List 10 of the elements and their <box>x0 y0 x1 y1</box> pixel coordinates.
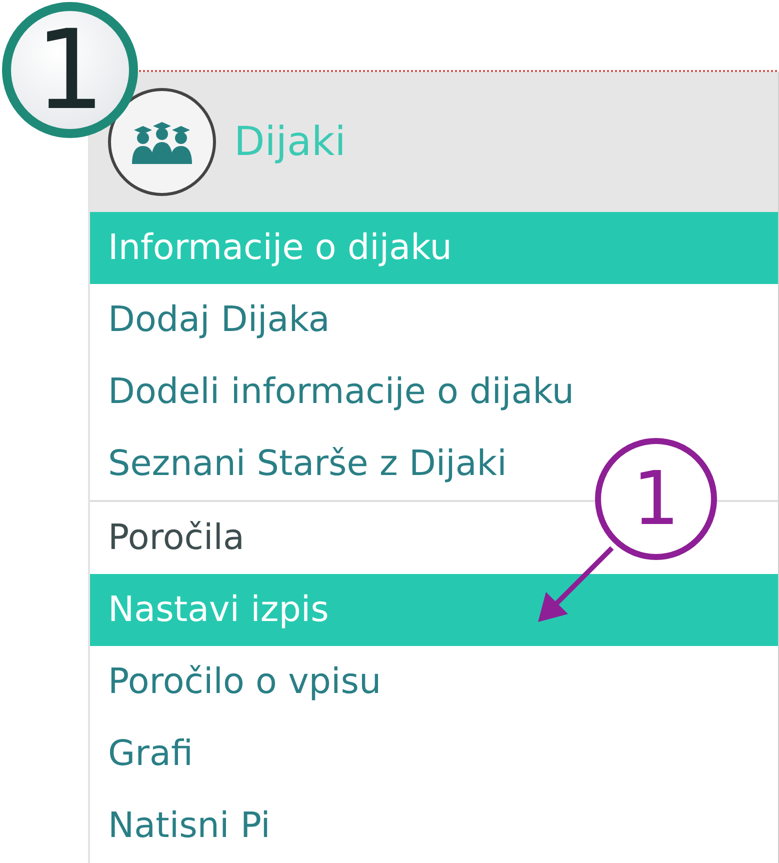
menu-item[interactable]: Seznani Starše z Dijaki <box>108 444 507 484</box>
menu-title: Dijaki <box>234 119 346 165</box>
menu-item[interactable]: Poročilo o vpisu <box>108 662 382 702</box>
section-heading: Poročila <box>108 518 244 558</box>
menu-item[interactable]: Dodaj Dijaka <box>108 300 330 340</box>
step-badge: 1 <box>2 2 138 138</box>
menu-item[interactable]: Dodeli informacije o dijaku <box>108 372 574 412</box>
menu-item[interactable]: Grafi <box>108 734 194 774</box>
graduates-icon <box>129 120 195 164</box>
menu-item[interactable]: Natisni Pi <box>108 806 270 846</box>
